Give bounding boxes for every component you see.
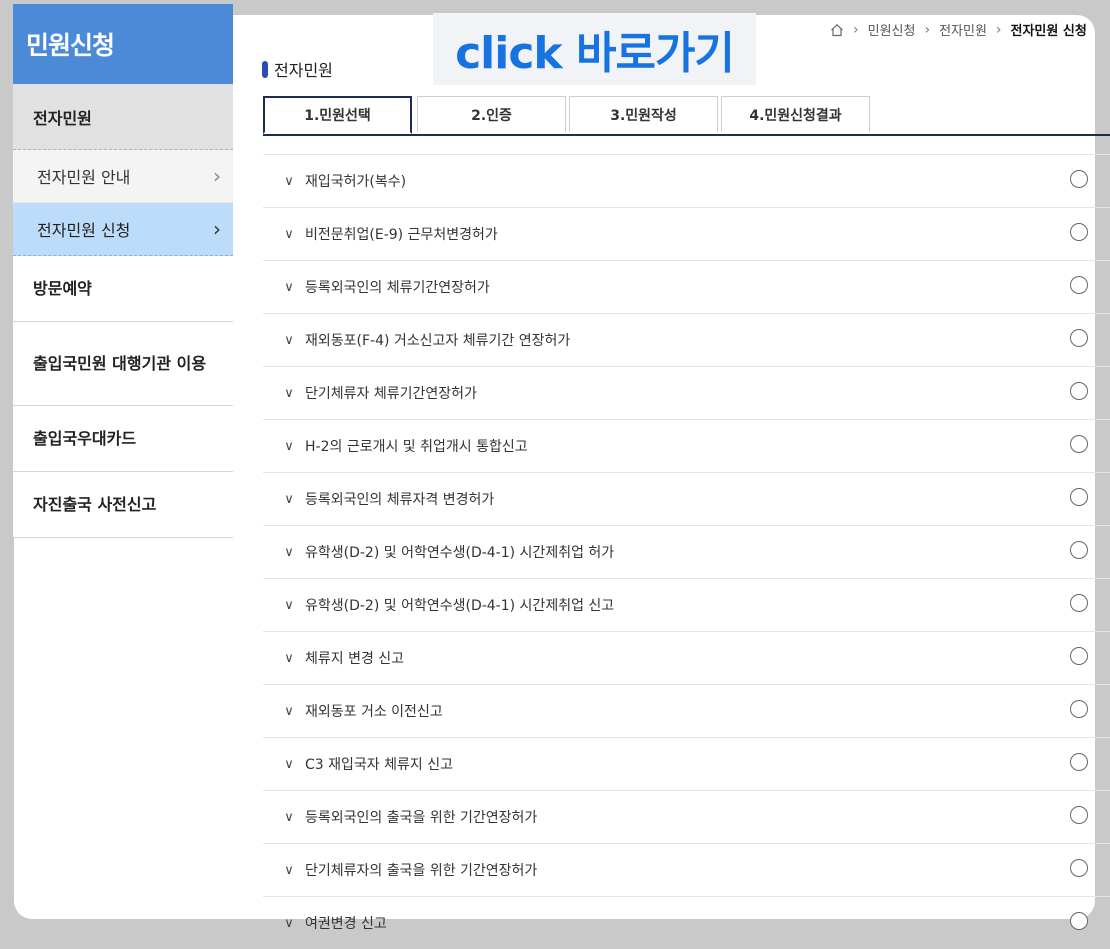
radio-button[interactable] (1070, 541, 1088, 559)
chevron-down-icon: ∨ (284, 173, 294, 189)
chevron-right-icon: › (853, 21, 859, 38)
sidebar-item-label: 출입국우대카드 (33, 428, 137, 448)
list-item[interactable]: ∨ C3 재입국자 체류지 신고 (263, 737, 1110, 790)
civil-service-list: ∨ 재입국허가(복수) ∨ 비전문취업(E-9) 근무처변경허가 ∨ 등록외국인의 체… (263, 154, 1110, 949)
radio-button[interactable] (1070, 912, 1088, 930)
sidebar-item-agency[interactable]: 출입국민원 대행기관 이용 (13, 322, 233, 406)
sidebar-subitem-label: 전자민원 안내 (37, 168, 131, 187)
chevron-down-icon: ∨ (284, 650, 294, 666)
radio-button[interactable] (1070, 859, 1088, 877)
sidebar-subitem-guide[interactable]: 전자민원 안내 › (13, 150, 233, 203)
chevron-down-icon: ∨ (284, 809, 294, 825)
chevron-right-icon: › (995, 21, 1002, 38)
radio-button[interactable] (1070, 700, 1088, 718)
radio-button[interactable] (1070, 806, 1088, 824)
radio-button[interactable] (1070, 753, 1088, 771)
radio-button[interactable] (1070, 435, 1088, 453)
list-item[interactable]: ∨ 비전문취업(E-9) 근무처변경허가 (263, 207, 1110, 260)
list-item[interactable]: ∨ 재외동포(F-4) 거소신고자 체류기간 연장허가 (263, 313, 1110, 366)
sidebar-subitem-label: 전자민원 신청 (37, 221, 131, 240)
chevron-right-icon: › (213, 217, 221, 241)
chevron-down-icon: ∨ (284, 438, 294, 454)
chevron-down-icon: ∨ (284, 332, 294, 348)
tab-result[interactable]: 4.민원신청결과 (721, 96, 870, 132)
page-title-text: 전자민원 (274, 61, 333, 80)
sidebar-item-visit-reservation[interactable]: 방문예약 (13, 256, 233, 322)
chevron-right-icon: › (924, 21, 931, 38)
radio-button[interactable] (1070, 329, 1088, 347)
radio-button[interactable] (1070, 594, 1088, 612)
radio-button[interactable] (1070, 488, 1088, 506)
chevron-down-icon: ∨ (284, 226, 294, 242)
chevron-down-icon: ∨ (284, 597, 294, 613)
sidebar-subitem-apply[interactable]: 전자민원 신청 › (13, 203, 233, 256)
chevron-down-icon: ∨ (284, 491, 294, 507)
sidebar-item-voluntary-departure[interactable]: 자진출국 사전신고 (13, 472, 233, 538)
radio-button[interactable] (1070, 276, 1088, 294)
chevron-down-icon: ∨ (284, 703, 294, 719)
list-item[interactable]: ∨ 유학생(D-2) 및 어학연수생(D-4-1) 시간제취업 허가 (263, 525, 1110, 578)
chevron-down-icon: ∨ (284, 915, 294, 931)
breadcrumb-current: 전자민원 신청 (1010, 24, 1087, 39)
radio-button[interactable] (1070, 382, 1088, 400)
breadcrumb-item[interactable]: 민원신청 (868, 20, 916, 39)
chevron-down-icon: ∨ (284, 544, 294, 560)
list-item[interactable]: ∨ 여권변경 신고 (263, 896, 1110, 949)
sidebar-item-electronic-civil[interactable]: 전자민원 (13, 84, 233, 150)
sidebar-item-label: 자진출국 사전신고 (33, 494, 157, 514)
list-item[interactable]: ∨ 유학생(D-2) 및 어학연수생(D-4-1) 시간제취업 신고 (263, 578, 1110, 631)
chevron-down-icon: ∨ (284, 862, 294, 878)
sidebar-item-label: 방문예약 (33, 278, 92, 298)
chevron-down-icon: ∨ (284, 385, 294, 401)
list-item[interactable]: ∨ 체류지 변경 신고 (263, 631, 1110, 684)
list-item[interactable]: ∨ 단기체류자의 출국을 위한 기간연장허가 (263, 843, 1110, 896)
list-item[interactable]: ∨ 재외동포 거소 이전신고 (263, 684, 1110, 737)
list-item[interactable]: ∨ 재입국허가(복수) (263, 154, 1110, 207)
list-item[interactable]: ∨ 등록외국인의 체류자격 변경허가 (263, 472, 1110, 525)
radio-button[interactable] (1070, 223, 1088, 241)
sidebar-title: 민원신청 (13, 4, 233, 84)
title-marker (262, 60, 268, 78)
breadcrumb: › 민원신청 › 전자민원 › 전자민원 신청 (830, 20, 1087, 39)
radio-button[interactable] (1070, 647, 1088, 665)
sidebar-item-label: 출입국민원 대행기관 이용 (33, 353, 207, 373)
sidebar-item-priority-card[interactable]: 출입국우대카드 (13, 406, 233, 472)
click-shortcut-banner[interactable]: click 바로가기 (433, 13, 756, 85)
list-item[interactable]: ∨ 등록외국인의 체류기간연장허가 (263, 260, 1110, 313)
tab-write[interactable]: 3.민원작성 (569, 96, 718, 132)
chevron-down-icon: ∨ (284, 279, 294, 295)
breadcrumb-item[interactable]: 전자민원 (939, 20, 987, 39)
list-item[interactable]: ∨ 단기체류자 체류기간연장허가 (263, 366, 1110, 419)
tab-auth[interactable]: 2.인증 (417, 96, 566, 132)
step-tabs: 1.민원선택 2.인증 3.민원작성 4.민원신청결과 (263, 96, 1110, 136)
list-item[interactable]: ∨ H-2의 근로개시 및 취업개시 통합신고 (263, 419, 1110, 472)
page-title: 전자민원 (262, 57, 333, 81)
chevron-right-icon: › (213, 164, 221, 188)
chevron-down-icon: ∨ (284, 756, 294, 772)
radio-button[interactable] (1070, 170, 1088, 188)
sidebar: 민원신청 전자민원 전자민원 안내 › 전자민원 신청 › 방문예약 출입국민원… (13, 4, 233, 538)
tab-select[interactable]: 1.민원선택 (263, 96, 412, 134)
list-item[interactable]: ∨ 등록외국인의 출국을 위한 기간연장허가 (263, 790, 1110, 843)
home-icon[interactable] (830, 23, 844, 37)
